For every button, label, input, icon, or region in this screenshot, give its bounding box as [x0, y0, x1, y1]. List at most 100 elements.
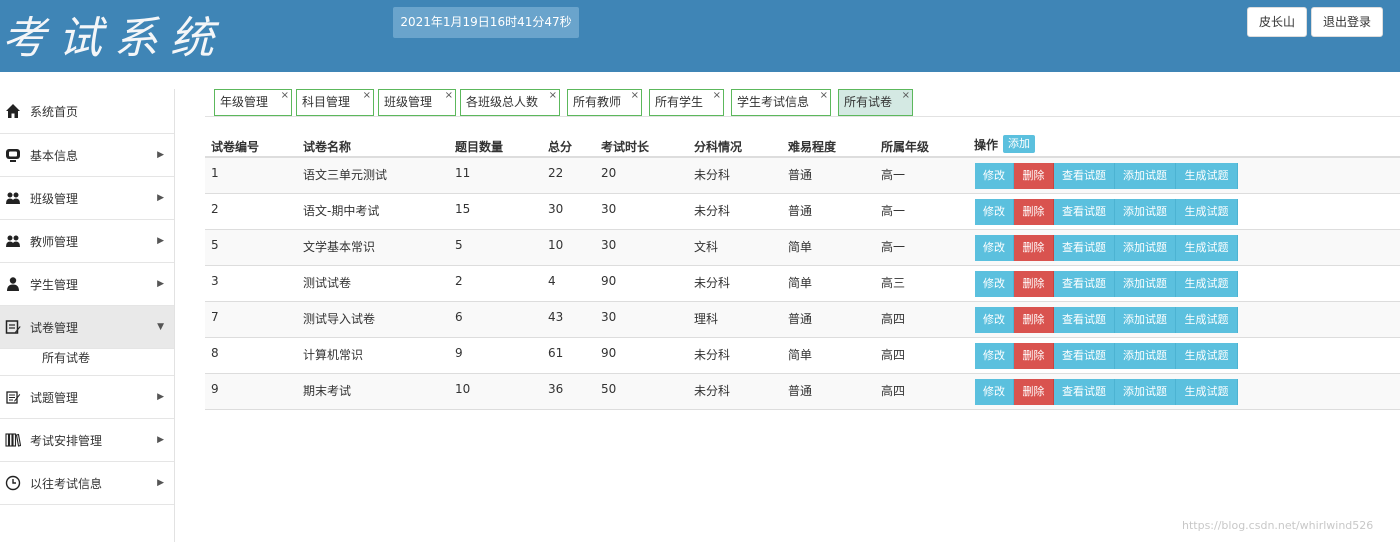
table-body: 1 语文三单元测试 11 22 20 未分科 普通 高一 修改 删除 查看试题 添加试题 生成试题 2 语文…	[205, 158, 1400, 410]
add-questions-button[interactable]: 添加试题	[1115, 343, 1176, 369]
add-questions-button[interactable]: 添加试题	[1115, 235, 1176, 261]
cell-grade: 高一	[881, 204, 906, 218]
row-actions: 修改 删除 查看试题 添加试题 生成试题	[975, 163, 1238, 189]
sidebar-item-paper-management[interactable]: 试卷管理 ▼	[0, 306, 174, 349]
table-header: 试卷编号 试卷名称 题目数量 总分 考试时长 分科情况 难易程度 所属年级 操作…	[205, 130, 1400, 158]
tab-class-management[interactable]: 班级管理 ×	[378, 89, 456, 116]
close-icon[interactable]: ×	[281, 83, 289, 108]
edit-button[interactable]: 修改	[975, 163, 1014, 189]
cell-duration: 30	[601, 238, 617, 252]
add-questions-button[interactable]: 添加试题	[1115, 199, 1176, 225]
delete-button[interactable]: 删除	[1014, 379, 1054, 405]
sidebar-item-question-management[interactable]: 试题管理 ▶	[0, 376, 174, 419]
delete-button[interactable]: 删除	[1014, 163, 1054, 189]
edit-button[interactable]: 修改	[975, 271, 1014, 297]
cell-difficulty: 简单	[788, 276, 813, 290]
group-icon	[4, 232, 22, 250]
edit-button[interactable]: 修改	[975, 307, 1014, 333]
logout-button[interactable]: 退出登录	[1311, 7, 1383, 37]
tab-label: 所有学生	[655, 95, 704, 109]
sidebar-item-teacher-management[interactable]: 教师管理 ▶	[0, 220, 174, 263]
close-icon[interactable]: ×	[445, 83, 453, 108]
current-datetime: 2021年1月19日16时41分47秒	[393, 7, 579, 38]
sidebar-item-student-management[interactable]: 学生管理 ▶	[0, 263, 174, 306]
close-icon[interactable]: ×	[902, 83, 910, 108]
generate-questions-button[interactable]: 生成试题	[1176, 271, 1238, 297]
cell-paper-id: 7	[211, 310, 219, 324]
tab-all-papers[interactable]: 所有试卷 ×	[838, 89, 913, 116]
cell-paper-name: 测试导入试卷	[303, 312, 376, 326]
sidebar-item-past-exams[interactable]: 以往考试信息 ▶	[0, 462, 174, 505]
tab-student-exam-info[interactable]: 学生考试信息 ×	[731, 89, 831, 116]
sidebar-item-basic-info[interactable]: 基本信息 ▶	[0, 134, 174, 177]
edit-button[interactable]: 修改	[975, 199, 1014, 225]
view-questions-button[interactable]: 查看试题	[1054, 163, 1115, 189]
edit-button[interactable]: 修改	[975, 235, 1014, 261]
view-questions-button[interactable]: 查看试题	[1054, 271, 1115, 297]
table-row: 2 语文-期中考试 15 30 30 未分科 普通 高一 修改 删除 查看试题 添加试题 生成试题	[205, 194, 1400, 230]
sidebar-subitem-all-papers[interactable]: 所有试卷	[0, 349, 174, 376]
books-icon	[4, 431, 22, 449]
tab-all-teachers[interactable]: 所有教师 ×	[567, 89, 642, 116]
cell-question-count: 15	[455, 202, 471, 216]
close-icon[interactable]: ×	[549, 83, 557, 108]
cell-subject-split: 理科	[694, 312, 719, 326]
generate-questions-button[interactable]: 生成试题	[1176, 343, 1238, 369]
tab-class-totals[interactable]: 各班级总人数 ×	[460, 89, 560, 116]
delete-button[interactable]: 删除	[1014, 343, 1054, 369]
add-questions-button[interactable]: 添加试题	[1115, 163, 1176, 189]
edit-button[interactable]: 修改	[975, 343, 1014, 369]
close-icon[interactable]: ×	[363, 83, 371, 108]
column-header: 所属年级	[881, 140, 930, 154]
cell-subject-split: 未分科	[694, 348, 731, 362]
tab-label: 各班级总人数	[466, 95, 539, 109]
view-questions-button[interactable]: 查看试题	[1054, 343, 1115, 369]
generate-questions-button[interactable]: 生成试题	[1176, 379, 1238, 405]
sidebar-item-exam-schedule[interactable]: 考试安排管理 ▶	[0, 419, 174, 462]
tab-all-students[interactable]: 所有学生 ×	[649, 89, 724, 116]
row-actions: 修改 删除 查看试题 添加试题 生成试题	[975, 307, 1238, 333]
sidebar-item-home[interactable]: 系统首页	[0, 89, 174, 134]
generate-questions-button[interactable]: 生成试题	[1176, 199, 1238, 225]
user-button[interactable]: 皮长山	[1247, 7, 1307, 37]
tab-bar: 年级管理 × 科目管理 × 班级管理 × 各班级总人数 × 所有教师 × 所有学…	[205, 89, 1400, 117]
close-icon[interactable]: ×	[820, 83, 828, 108]
notepad-icon	[4, 388, 22, 406]
sidebar-item-label: 以往考试信息	[30, 476, 103, 491]
caret-right-icon: ▶	[157, 435, 164, 445]
tab-subject-management[interactable]: 科目管理 ×	[296, 89, 374, 116]
top-header: 考试系统 2021年1月19日16时41分47秒 皮长山 退出登录	[0, 0, 1400, 72]
row-actions: 修改 删除 查看试题 添加试题 生成试题	[975, 199, 1238, 225]
home-icon	[4, 102, 22, 120]
generate-questions-button[interactable]: 生成试题	[1176, 235, 1238, 261]
view-questions-button[interactable]: 查看试题	[1054, 379, 1115, 405]
cell-difficulty: 简单	[788, 240, 813, 254]
generate-questions-button[interactable]: 生成试题	[1176, 307, 1238, 333]
add-paper-button[interactable]: 添加	[1003, 135, 1035, 153]
sidebar-item-class-management[interactable]: 班级管理 ▶	[0, 177, 174, 220]
delete-button[interactable]: 删除	[1014, 307, 1054, 333]
view-questions-button[interactable]: 查看试题	[1054, 307, 1115, 333]
cell-total-score: 36	[548, 382, 564, 396]
edit-button[interactable]: 修改	[975, 379, 1014, 405]
delete-button[interactable]: 删除	[1014, 235, 1054, 261]
caret-right-icon: ▶	[157, 478, 164, 488]
close-icon[interactable]: ×	[713, 83, 721, 108]
tab-label: 年级管理	[220, 95, 269, 109]
clock-icon	[4, 474, 22, 492]
add-questions-button[interactable]: 添加试题	[1115, 271, 1176, 297]
delete-button[interactable]: 删除	[1014, 271, 1054, 297]
close-icon[interactable]: ×	[631, 83, 639, 108]
cell-subject-split: 文科	[694, 240, 719, 254]
tab-grade-management[interactable]: 年级管理 ×	[214, 89, 292, 116]
add-questions-button[interactable]: 添加试题	[1115, 307, 1176, 333]
cell-total-score: 43	[548, 310, 564, 324]
sidebar-item-label: 班级管理	[30, 191, 79, 206]
view-questions-button[interactable]: 查看试题	[1054, 199, 1115, 225]
view-questions-button[interactable]: 查看试题	[1054, 235, 1115, 261]
cell-grade: 高四	[881, 312, 906, 326]
table-row: 8 计算机常识 9 61 90 未分科 简单 高四 修改 删除 查看试题 添加试题 生成试题	[205, 338, 1400, 374]
delete-button[interactable]: 删除	[1014, 199, 1054, 225]
generate-questions-button[interactable]: 生成试题	[1176, 163, 1238, 189]
add-questions-button[interactable]: 添加试题	[1115, 379, 1176, 405]
